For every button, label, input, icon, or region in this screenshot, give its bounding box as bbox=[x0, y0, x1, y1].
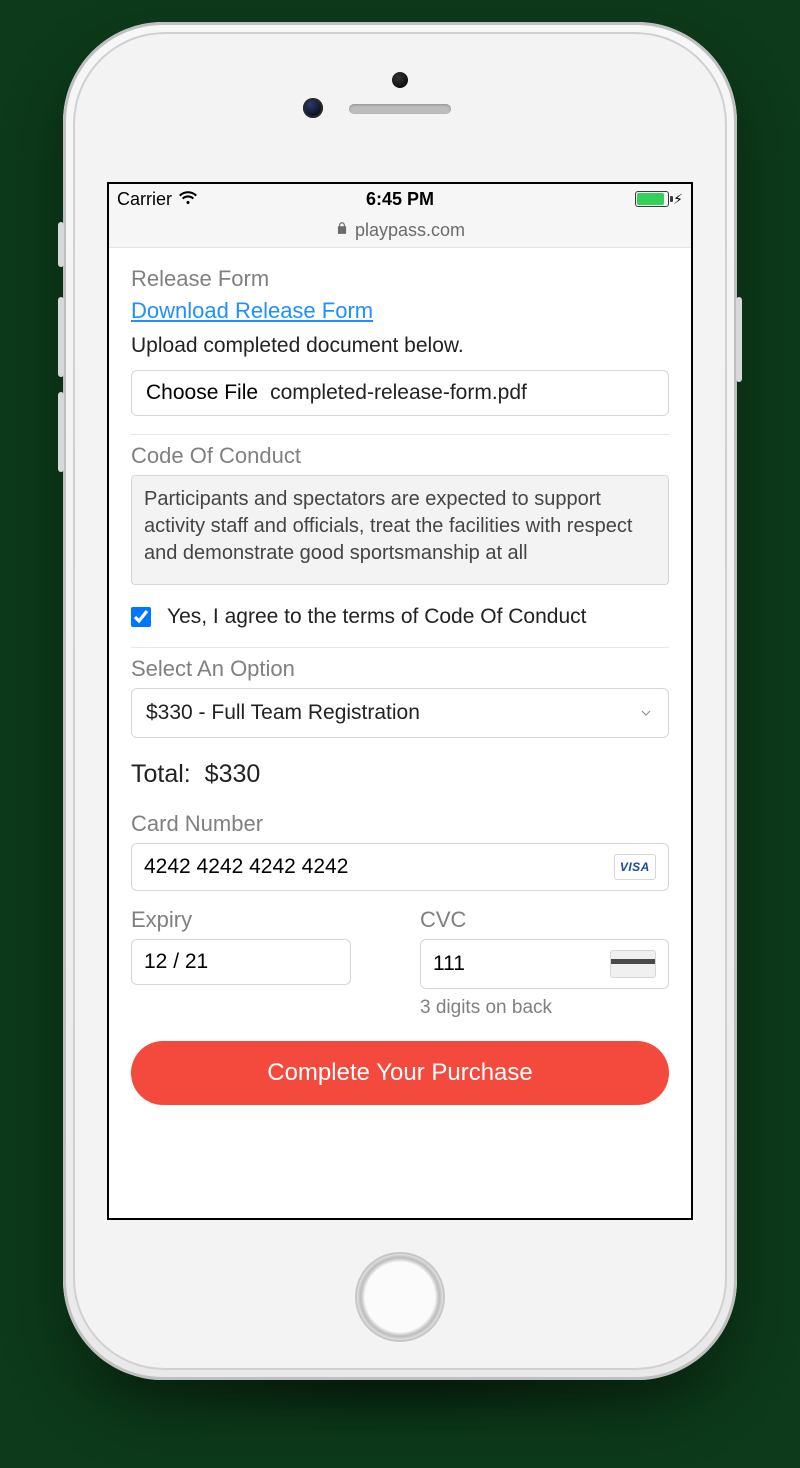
cvc-input[interactable] bbox=[433, 952, 567, 976]
selected-option-label: $330 - Full Team Registration bbox=[146, 701, 420, 725]
agree-label: Yes, I agree to the terms of Code Of Con… bbox=[167, 605, 586, 629]
release-form-title: Release Form bbox=[131, 266, 669, 292]
charging-icon: ⚡︎ bbox=[673, 191, 683, 208]
screen: Carrier 6:45 PM ⚡︎ pla bbox=[107, 182, 693, 1220]
complete-purchase-button[interactable]: Complete Your Purchase bbox=[131, 1041, 669, 1105]
card-brand-badge: VISA bbox=[614, 854, 656, 880]
lock-icon bbox=[335, 221, 349, 240]
home-button[interactable] bbox=[355, 1252, 445, 1342]
front-camera bbox=[303, 98, 323, 118]
device-bezel: Carrier 6:45 PM ⚡︎ pla bbox=[73, 32, 727, 1370]
power-button bbox=[736, 297, 742, 382]
wifi-icon bbox=[178, 189, 198, 210]
status-bar: Carrier 6:45 PM ⚡︎ bbox=[109, 184, 691, 214]
browser-domain: playpass.com bbox=[355, 220, 465, 241]
volume-down-button bbox=[58, 392, 64, 472]
agree-checkbox[interactable] bbox=[131, 607, 151, 627]
status-time: 6:45 PM bbox=[366, 189, 434, 210]
file-upload-field[interactable]: Choose File completed-release-form.pdf bbox=[131, 370, 669, 416]
earpiece bbox=[349, 104, 451, 114]
total-label: Total: bbox=[131, 760, 191, 788]
registration-option-select[interactable]: $330 - Full Team Registration bbox=[131, 688, 669, 738]
expiry-field[interactable] bbox=[131, 939, 351, 985]
cvc-helper: 3 digits on back bbox=[420, 997, 669, 1019]
card-number-label: Card Number bbox=[131, 811, 669, 837]
select-option-title: Select An Option bbox=[131, 656, 669, 682]
chevron-down-icon bbox=[638, 703, 654, 724]
carrier-label: Carrier bbox=[117, 189, 172, 210]
choose-file-button[interactable]: Choose File bbox=[146, 381, 258, 405]
expiry-input[interactable] bbox=[144, 950, 338, 974]
total-row: Total: $330 bbox=[131, 760, 669, 789]
browser-url-bar[interactable]: playpass.com bbox=[109, 214, 691, 248]
mute-switch bbox=[58, 222, 64, 267]
upload-instruction: Upload completed document below. bbox=[131, 334, 669, 358]
proximity-sensor bbox=[392, 72, 408, 88]
divider bbox=[131, 647, 669, 648]
page-content: Release Form Download Release Form Uploa… bbox=[109, 248, 691, 1218]
cvc-label: CVC bbox=[420, 907, 669, 933]
card-back-icon bbox=[610, 950, 656, 978]
code-of-conduct-title: Code Of Conduct bbox=[131, 443, 669, 469]
battery-icon bbox=[635, 191, 669, 207]
uploaded-filename: completed-release-form.pdf bbox=[270, 381, 527, 405]
card-number-field[interactable]: VISA bbox=[131, 843, 669, 891]
device-frame: Carrier 6:45 PM ⚡︎ pla bbox=[63, 22, 737, 1380]
divider bbox=[131, 434, 669, 435]
code-of-conduct-text[interactable] bbox=[131, 475, 669, 585]
volume-up-button bbox=[58, 297, 64, 377]
expiry-label: Expiry bbox=[131, 907, 380, 933]
total-amount: $330 bbox=[205, 760, 261, 788]
download-release-link[interactable]: Download Release Form bbox=[131, 298, 373, 324]
card-number-input[interactable] bbox=[144, 855, 614, 879]
cvc-field[interactable] bbox=[420, 939, 669, 989]
